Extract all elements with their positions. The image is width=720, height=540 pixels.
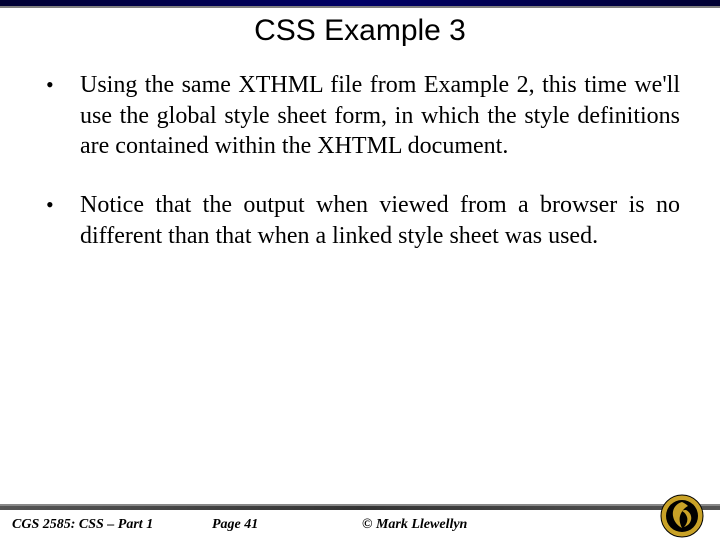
bullet-item: • Notice that the output when viewed fro…	[40, 190, 680, 251]
slide-content: • Using the same XTHML file from Example…	[40, 70, 680, 280]
ucf-pegasus-logo-icon	[660, 494, 704, 538]
top-divider-line	[0, 6, 720, 8]
slide: CSS Example 3 • Using the same XTHML fil…	[0, 0, 720, 540]
slide-footer: CGS 2585: CSS – Part 1 Page 41 © Mark Ll…	[0, 510, 720, 540]
bullet-marker: •	[40, 190, 80, 220]
bullet-marker: •	[40, 70, 80, 100]
bullet-text: Using the same XTHML file from Example 2…	[80, 70, 680, 162]
footer-page: Page 41	[212, 517, 362, 533]
bullet-text: Notice that the output when viewed from …	[80, 190, 680, 251]
footer-course: CGS 2585: CSS – Part 1	[12, 517, 212, 533]
bullet-item: • Using the same XTHML file from Example…	[40, 70, 680, 162]
slide-title: CSS Example 3	[0, 14, 720, 48]
